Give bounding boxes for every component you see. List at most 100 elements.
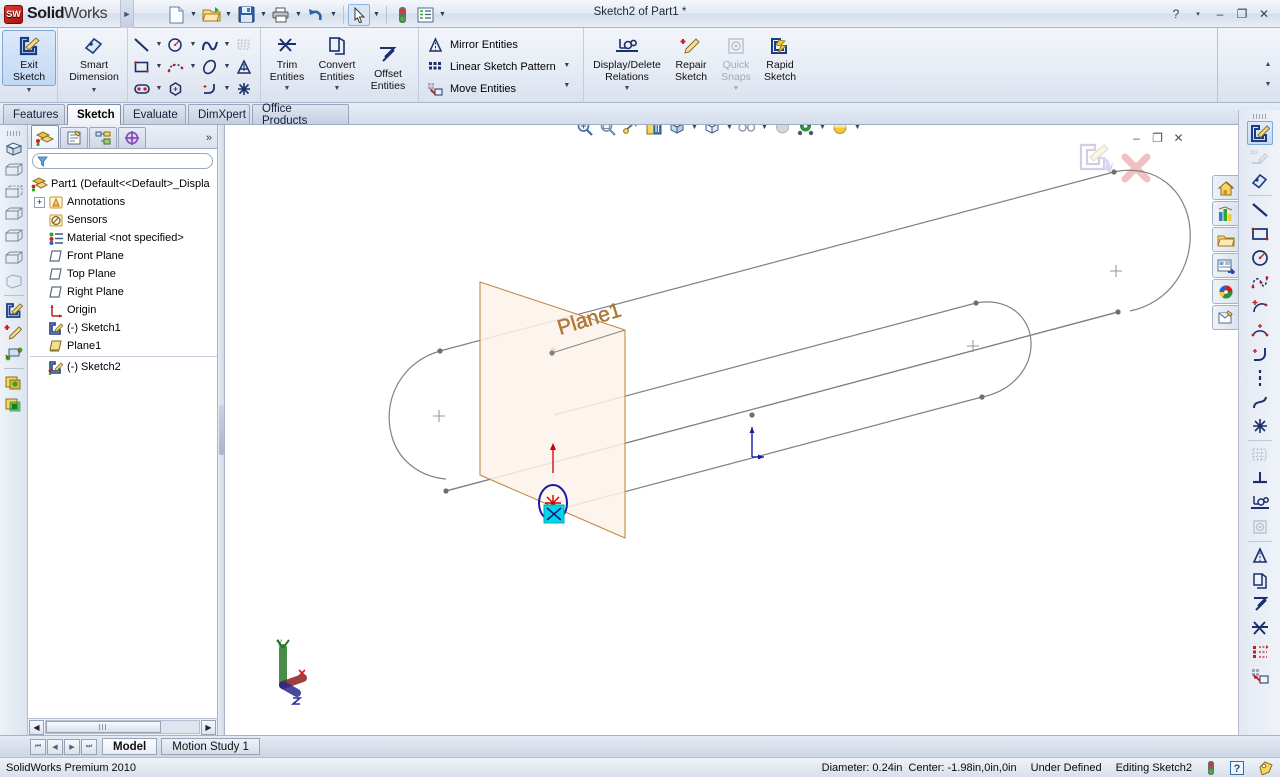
last-tab-button[interactable]: ⏭ xyxy=(81,738,97,755)
fillet-dropdown-icon[interactable]: ▼ xyxy=(222,78,232,99)
search-panel-icon[interactable] xyxy=(1212,253,1238,278)
rectangle-icon[interactable] xyxy=(1247,222,1273,246)
quick-snaps-button[interactable]: Quick Snaps xyxy=(714,30,758,84)
exit-sketch-button[interactable]: Exit Sketch xyxy=(2,30,56,86)
print-dropdown-icon[interactable]: ▼ xyxy=(293,4,304,26)
tree-node-plane1[interactable]: Plane1 xyxy=(28,337,217,355)
select-dropdown-icon[interactable]: ▼ xyxy=(371,4,382,26)
model-geometry[interactable]: Plane1 y xyxy=(225,125,1238,735)
polygon-icon[interactable] xyxy=(164,78,188,99)
scrollbar-thumb[interactable] xyxy=(46,721,161,733)
menu-expander[interactable]: ► xyxy=(120,0,134,28)
tab-office-products[interactable]: Office Products xyxy=(252,103,349,127)
ellipse-dropdown-icon[interactable]: ▼ xyxy=(222,56,232,77)
view-palette-icon[interactable] xyxy=(1212,279,1238,304)
tab-evaluate[interactable]: Evaluate xyxy=(123,104,186,124)
previous-tab-button[interactable]: ◀ xyxy=(47,738,63,755)
tree-node-annotations[interactable]: + Annotations xyxy=(28,193,217,211)
wireframe-icon[interactable] xyxy=(2,160,26,182)
first-tab-button[interactable]: ⏮ xyxy=(30,738,46,755)
arc-3point-icon[interactable] xyxy=(1247,318,1273,342)
offset-entities-button[interactable]: Offset Entities xyxy=(363,30,413,93)
point-icon[interactable] xyxy=(232,78,256,99)
close-button[interactable]: ✕ xyxy=(1254,4,1274,23)
sketch-plane-icon[interactable] xyxy=(2,343,26,365)
splitter-grip[interactable] xyxy=(219,405,224,455)
linear-sketch-pattern-button[interactable]: Linear Sketch Pattern xyxy=(421,57,560,77)
move-entities-icon[interactable] xyxy=(1247,664,1273,688)
undo-dropdown-icon[interactable]: ▼ xyxy=(328,4,339,26)
sketch-pattern-faded-icon[interactable] xyxy=(232,34,256,55)
panel-splitter[interactable] xyxy=(218,125,225,735)
trim-entities-icon[interactable] xyxy=(1247,616,1273,640)
repair-pencil-icon[interactable] xyxy=(2,321,26,343)
printer-icon[interactable] xyxy=(270,4,292,26)
tag-icon[interactable] xyxy=(1258,760,1274,775)
quick-snaps-dropdown-icon[interactable]: ▼ xyxy=(733,85,740,92)
tree-node-sketch1[interactable]: (-) Sketch1 xyxy=(28,319,217,337)
tree-node-part1[interactable]: Part1 (Default<<Default>_Displa xyxy=(28,175,217,193)
open-folder-icon[interactable] xyxy=(200,4,222,26)
ribbon-scroll-up-icon[interactable]: ▲ xyxy=(1260,58,1276,70)
arc-dropdown-icon[interactable]: ▼ xyxy=(188,56,198,77)
options-list-icon[interactable] xyxy=(414,4,436,26)
rectangle-icon[interactable] xyxy=(130,56,154,77)
graphics-area[interactable]: ▼ ▼ ▼ ▼ ▼ – ❐ ✕ Plane1 y xyxy=(225,125,1238,735)
help-dropdown-icon[interactable]: ▾ xyxy=(1188,4,1208,23)
restore-button[interactable]: ❐ xyxy=(1232,4,1252,23)
solidworks-logo[interactable]: SW SolidWorks xyxy=(4,2,116,26)
shaded-icon[interactable] xyxy=(2,226,26,248)
rectangle-dropdown-icon[interactable]: ▼ xyxy=(154,56,164,77)
scroll-right-icon[interactable]: ▶ xyxy=(201,719,216,735)
appearances-icon[interactable] xyxy=(1212,305,1238,330)
move-entities-dropdown-icon[interactable]: ▼ xyxy=(560,82,574,89)
convert-entities-button[interactable]: Convert Entities xyxy=(311,30,363,84)
tree-node-sensors[interactable]: Sensors xyxy=(28,211,217,229)
scrollbar-track[interactable] xyxy=(45,720,200,734)
tree-node-material[interactable]: Material <not specified> xyxy=(28,229,217,247)
tree-node-right-plane[interactable]: Right Plane xyxy=(28,283,217,301)
help-icon[interactable]: ? xyxy=(1166,4,1186,23)
tab-features[interactable]: Features xyxy=(3,104,65,124)
convert-dropdown-icon[interactable]: ▼ xyxy=(334,85,341,92)
circle-icon[interactable] xyxy=(164,34,188,55)
traffic-light-icon[interactable] xyxy=(391,4,413,26)
tree-node-sketch2[interactable]: (-) Sketch2 xyxy=(28,358,217,376)
slot-icon[interactable] xyxy=(130,78,154,99)
feature-tree-filter-input[interactable] xyxy=(32,153,213,169)
trim-entities-button[interactable]: Trim Entities xyxy=(263,30,311,84)
sketch-pencil-icon[interactable] xyxy=(1246,121,1273,145)
centerline-icon[interactable] xyxy=(1247,366,1273,390)
exit-sketch-dropdown-icon[interactable]: ▼ xyxy=(26,87,33,94)
line-icon[interactable] xyxy=(1247,198,1273,222)
dimxpert-manager-icon[interactable] xyxy=(118,127,146,148)
section-view-icon[interactable] xyxy=(2,372,26,394)
linear-sketch-pattern-icon[interactable] xyxy=(1247,640,1273,664)
fillet-icon[interactable] xyxy=(198,78,222,99)
display-delete-relations-button[interactable]: Display/Delete Relations xyxy=(586,30,668,84)
smart-dimension-button[interactable]: Smart Dimension xyxy=(60,30,128,86)
arc-centerpoint-icon[interactable] xyxy=(1247,294,1273,318)
feature-manager-icon[interactable] xyxy=(31,125,59,148)
smart-dimension-icon[interactable] xyxy=(1247,169,1273,193)
select-cursor-icon[interactable] xyxy=(348,3,370,26)
fillet-icon[interactable] xyxy=(1247,342,1273,366)
tree-node-origin[interactable]: Origin xyxy=(28,301,217,319)
shaded-edges-icon[interactable] xyxy=(2,248,26,270)
traffic-light-icon[interactable] xyxy=(1206,760,1216,776)
line-icon[interactable] xyxy=(130,34,154,55)
linear-pattern-dropdown-icon[interactable]: ▼ xyxy=(560,62,574,69)
feature-tree-horizontal-scrollbar[interactable]: ◀ ▶ xyxy=(28,718,217,735)
tab-dimxpert[interactable]: DimXpert xyxy=(188,104,250,124)
repair-sketch-button[interactable]: Repair Sketch xyxy=(668,30,714,84)
3d-sketch-icon[interactable]: 3D xyxy=(1247,145,1273,169)
folder-icon[interactable] xyxy=(1212,227,1238,252)
new-doc-icon[interactable] xyxy=(165,4,187,26)
point-icon[interactable] xyxy=(1247,414,1273,438)
annotations-expander-icon[interactable]: + xyxy=(34,196,45,208)
add-relation-icon[interactable] xyxy=(1247,467,1273,491)
right-toolbar-grip[interactable] xyxy=(1252,114,1267,119)
ribbon-scroll-down-icon[interactable]: ▼ xyxy=(1260,78,1276,90)
question-mark-icon[interactable]: ? xyxy=(1230,760,1244,775)
design-library-icon[interactable] xyxy=(1212,201,1238,226)
